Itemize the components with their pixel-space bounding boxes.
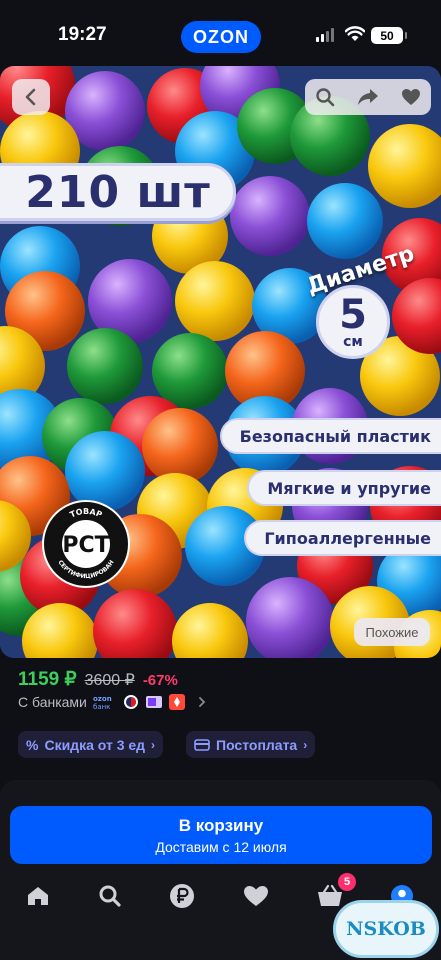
tab-search[interactable] <box>90 878 130 914</box>
svg-text:банк: банк <box>93 703 110 710</box>
chevron-right-icon <box>198 697 206 707</box>
wifi-icon <box>345 26 365 41</box>
diameter-unit: см <box>343 334 363 350</box>
chip-bulk-discount[interactable]: % Скидка от 3 ед › <box>18 731 164 758</box>
current-price: 1159 ₽ <box>18 669 77 690</box>
tab-finance[interactable] <box>162 878 202 914</box>
discount-percent: -67% <box>142 672 178 689</box>
certificate-seal: PCT ТОВАР СЕРТИФИЦИРОВАН <box>42 500 130 588</box>
price-row: 1159 ₽ 3600 ₽ -67% <box>18 668 178 691</box>
banks-row[interactable]: С банками ozon банк <box>18 694 207 710</box>
diameter-value: 5 <box>339 292 367 338</box>
home-icon <box>28 887 48 905</box>
search-icon <box>99 885 121 907</box>
feature-soft-elastic: Мягкие и упругие <box>247 470 441 506</box>
product-image[interactable]: PCT ТОВАР СЕРТИФИЦИРОВАН <box>0 66 441 658</box>
watermark-logo: NSKOB <box>333 900 439 958</box>
signal-icon <box>316 28 334 42</box>
ozon-logo[interactable]: OZON <box>181 21 261 53</box>
cart-count-badge: 5 <box>338 873 356 891</box>
card-icon <box>194 738 210 751</box>
back-button[interactable] <box>12 79 50 115</box>
product-screen: 19:27 OZON 50 PCT ТОВАР СЕРТИФИЦИРОВАН 2… <box>0 0 441 960</box>
bank-logo-icon <box>123 694 139 710</box>
old-price: 3600 ₽ <box>84 672 135 689</box>
svg-text:ozon: ozon <box>93 695 112 703</box>
search-icon <box>316 88 335 107</box>
status-bar: 19:27 OZON 50 <box>0 0 441 66</box>
share-icon <box>358 89 378 105</box>
bank-logo-icon <box>168 694 185 710</box>
ruble-icon <box>170 884 194 908</box>
status-time: 19:27 <box>58 24 107 45</box>
similar-button[interactable]: Похожие <box>354 618 430 646</box>
feature-safe-plastic: Безопасный пластик <box>219 418 441 454</box>
add-to-cart-label: В корзину <box>178 815 264 835</box>
chip-postpay[interactable]: Постоплата › <box>186 731 316 758</box>
tab-favorites[interactable] <box>236 878 276 914</box>
quantity-text: 210 шт <box>25 166 211 218</box>
battery-icon: 50 <box>371 27 407 44</box>
feature-hypoallergenic: Гипоаллергенные <box>244 520 441 556</box>
percent-icon: % <box>26 736 39 753</box>
chip-postpay-label: Постоплата <box>216 736 298 753</box>
svg-text:PCT: PCT <box>62 533 109 558</box>
diameter-badge: 5 см <box>316 285 390 359</box>
quantity-badge: 210 шт <box>0 163 236 221</box>
ozon-bank-icon: ozon банк <box>93 694 117 710</box>
chip-bulk-discount-label: Скидка от 3 ед <box>44 736 146 753</box>
heart-icon <box>402 89 420 105</box>
share-button[interactable] <box>345 79 391 115</box>
search-button[interactable] <box>305 79 345 115</box>
heart-icon <box>244 886 268 906</box>
delivery-date: Доставим с 12 июля <box>155 838 287 855</box>
certificate-seal-icon: PCT ТОВАР СЕРТИФИЦИРОВАН <box>46 504 126 584</box>
tab-home[interactable] <box>18 878 58 914</box>
bank-logo-icon <box>145 694 163 710</box>
add-to-cart-button[interactable]: В корзину Доставим с 12 июля <box>10 806 432 864</box>
banks-label: С банками <box>18 694 87 710</box>
favorite-button[interactable] <box>391 79 431 115</box>
chevron-left-icon <box>25 88 36 106</box>
chevron-right-icon: › <box>303 737 308 752</box>
chevron-right-icon: › <box>151 737 156 752</box>
